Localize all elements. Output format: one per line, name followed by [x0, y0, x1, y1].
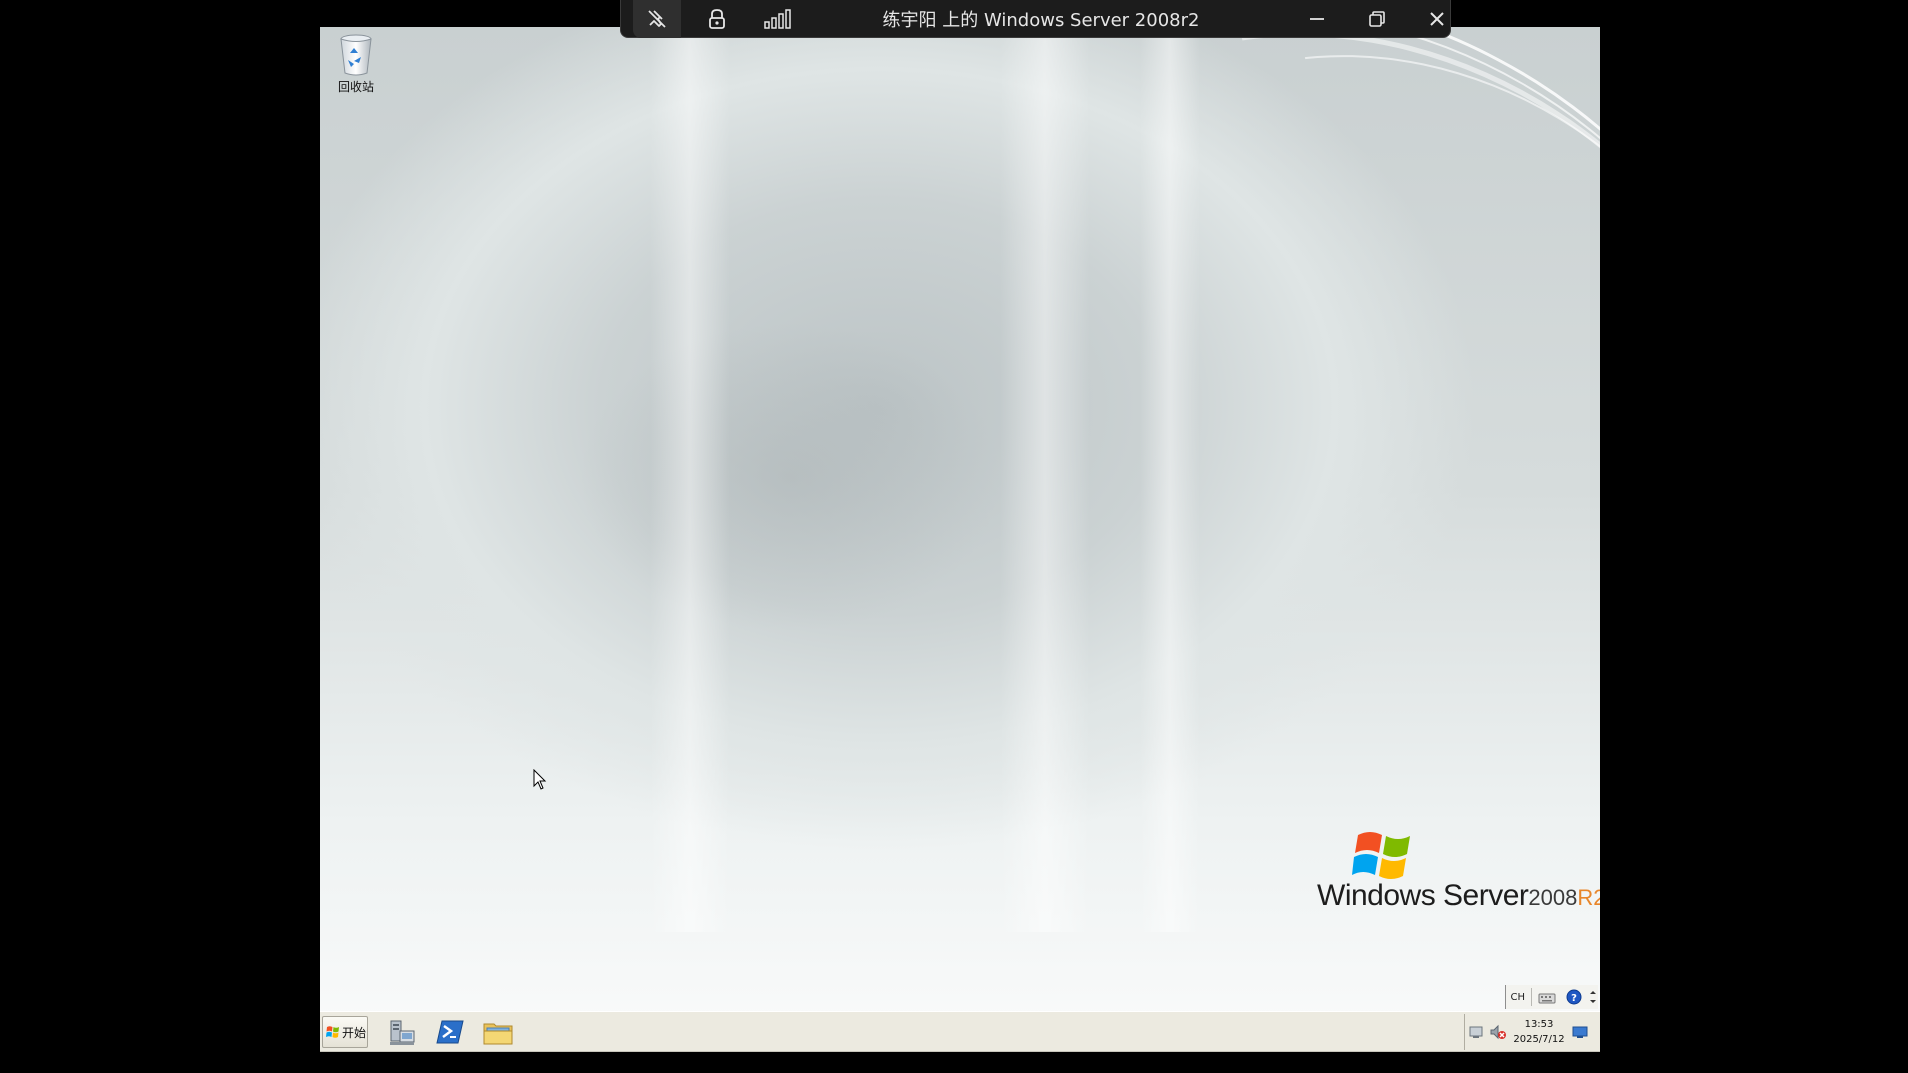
keyboard-button[interactable] [1534, 986, 1560, 1008]
clock[interactable]: 13:53 2025/7/12 [1509, 1017, 1569, 1047]
recycle-bin-icon [340, 34, 372, 76]
start-label: 开始 [342, 1025, 367, 1040]
restore-button[interactable] [1353, 0, 1401, 38]
windows-start-icon [326, 1026, 339, 1038]
explorer-icon [483, 1023, 513, 1045]
clock-date: 2025/7/12 [1513, 1034, 1565, 1045]
action-center-button[interactable] [1465, 1021, 1487, 1043]
options-arrows-icon [1590, 991, 1596, 1003]
server-manager-icon [390, 1020, 415, 1045]
brand-version: 2008 [1528, 885, 1578, 910]
wallpaper-fold [1000, 27, 1090, 932]
server-manager-button[interactable] [384, 1016, 420, 1048]
lock-icon [709, 9, 725, 29]
remote-desktop[interactable]: 回收站 Windows Server2008R2 CH ? 开始 13:53 2… [320, 27, 1600, 1052]
powershell-button[interactable] [432, 1016, 468, 1048]
recycle-bin-label: 回收站 [337, 80, 374, 94]
system-tray: 13:53 2025/7/12 [1464, 1014, 1600, 1050]
windows-flag-icon [1352, 832, 1410, 879]
lock-button[interactable] [693, 0, 741, 38]
show-desktop-icon [1572, 1026, 1588, 1038]
mouse-pointer-icon [533, 769, 547, 790]
keyboard-icon [1538, 993, 1556, 1004]
close-icon [1430, 12, 1444, 26]
explorer-button[interactable] [480, 1016, 516, 1048]
minimize-icon [1310, 18, 1324, 20]
start-button[interactable]: 开始 [322, 1016, 368, 1048]
show-desktop-button[interactable] [1569, 1021, 1591, 1043]
taskbar: 开始 13:53 2025/7/12 [320, 1011, 1600, 1052]
recycle-bin-shortcut[interactable]: 回收站 [330, 33, 382, 95]
help-button[interactable]: ? [1562, 986, 1586, 1008]
screen: 回收站 Windows Server2008R2 CH ? 开始 13:53 2… [0, 0, 1908, 1073]
wallpaper-streak [806, 27, 1600, 892]
windows-server-logo: Windows Server2008R2 [1300, 827, 1600, 937]
wallpaper-fold [650, 27, 730, 932]
connection-quality-button[interactable] [753, 0, 801, 38]
volume-button[interactable] [1487, 1021, 1509, 1043]
wallpaper-fold [1140, 27, 1200, 932]
quick-launch [384, 1016, 516, 1048]
restore-icon [1369, 11, 1385, 27]
close-button[interactable] [1413, 0, 1461, 38]
connection-title: 练宇阳 上的 Windows Server 2008r2 [882, 10, 1200, 31]
rdp-connection-bar: 练宇阳 上的 Windows Server 2008r2 [620, 0, 1451, 38]
brand-release: R2 [1577, 885, 1600, 910]
divider [1531, 988, 1532, 1006]
powershell-icon [436, 1020, 464, 1044]
language-indicator[interactable]: CH [1506, 986, 1529, 1008]
pin-button[interactable] [633, 0, 681, 38]
brand-word: Windows Server [1317, 879, 1529, 912]
minimize-button[interactable] [1293, 0, 1341, 38]
clock-time: 13:53 [1524, 1019, 1554, 1030]
windows-server-wordmark: Windows Server2008R2 [1317, 879, 1600, 913]
wallpaper-streak [844, 27, 1600, 899]
action-center-icon [1469, 1026, 1483, 1038]
signal-icon [764, 9, 791, 29]
volume-muted-icon [1490, 1024, 1506, 1040]
language-bar-options-button[interactable] [1588, 986, 1598, 1008]
language-bar: CH ? [1505, 985, 1598, 1009]
wallpaper-streak [903, 27, 1600, 885]
wallpaper-streak [767, 27, 1600, 895]
help-icon: ? [1566, 989, 1582, 1005]
svg-text:?: ? [1571, 993, 1577, 1004]
pin-off-icon [648, 10, 666, 28]
